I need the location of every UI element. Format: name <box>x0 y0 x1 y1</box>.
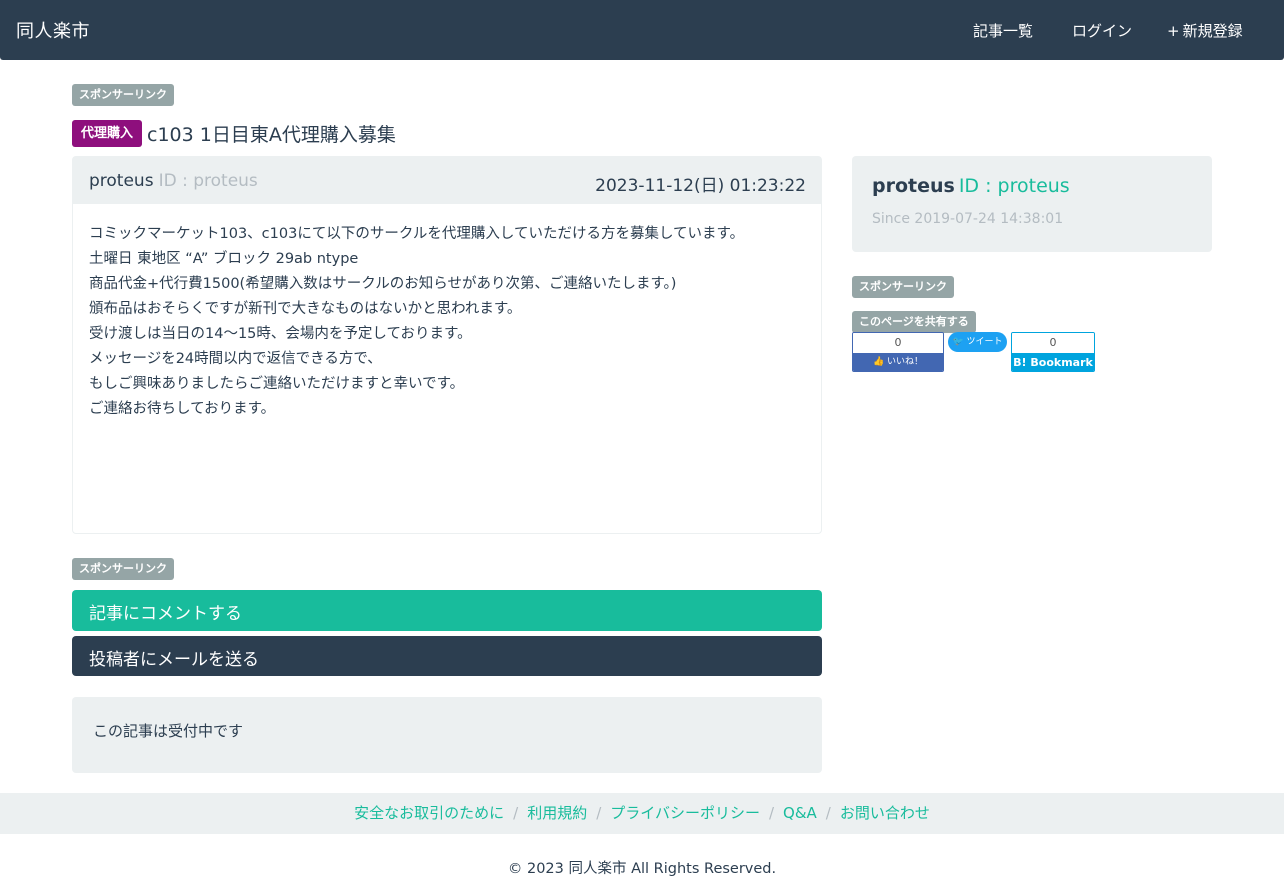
footer-link-safety[interactable]: 安全なお取引のために <box>354 804 504 822</box>
send-mail-button[interactable]: 投稿者にメールを送る <box>72 636 822 676</box>
article-card-header: proteus ID : proteus 2023-11-12(日) 01:23:… <box>73 157 821 204</box>
category-badge: 代理購入 <box>72 119 143 147</box>
body-line: もしご興味ありましたらご連絡いただけますと幸いです。 <box>89 376 465 392</box>
nav-register[interactable]: + 新規登録 <box>1167 20 1243 41</box>
footer-link-qa[interactable]: Q&A <box>783 804 817 822</box>
author-id: ID : proteus <box>158 171 258 191</box>
footer-separator: / <box>513 804 519 822</box>
article-title: c103 1日目東A代理購入募集 <box>147 123 396 146</box>
body-line: ご連絡お待ちしております。 <box>89 401 276 417</box>
nav-article-list[interactable]: 記事一覧 <box>970 20 1033 41</box>
article-title-row: 代理購入 c103 1日目東A代理購入募集 <box>72 119 396 147</box>
hatena-bookmark-count: 0 <box>1012 333 1094 353</box>
footer-link-terms[interactable]: 利用規約 <box>527 804 587 822</box>
footer-links-bar: 安全なお取引のために / 利用規約 / プライバシーポリシー / Q&A / お問い合わせ <box>0 793 1284 834</box>
comment-button[interactable]: 記事にコメントする <box>72 590 822 631</box>
footer-separator: / <box>825 804 831 822</box>
footer-separator: / <box>768 804 775 822</box>
top-navbar: 同人楽市 記事一覧 ログイン + 新規登録 <box>0 0 1284 60</box>
footer-link-privacy[interactable]: プライバシーポリシー <box>610 804 760 822</box>
poster-profile-card: proteus ID : proteus Since 2019-07-24 14:… <box>852 156 1212 252</box>
share-badge: このページを共有する <box>852 311 976 333</box>
footer-separator: / <box>596 804 602 822</box>
hatena-bookmark-button[interactable]: 0 B! Bookmark <box>1011 332 1095 372</box>
member-since: Since 2019-07-24 14:38:01 <box>872 211 1064 227</box>
author-name: proteus <box>89 171 154 191</box>
copyright-text: © 2023 同人楽市 All Rights Reserved. <box>507 861 777 877</box>
body-line: 商品代金+代行費1500(希望購入数はサークルのお知らせがあり次第、ご連絡いたし… <box>89 276 677 292</box>
body-line: 受け渡しは当日の14〜15時、会場内を予定しております。 <box>89 326 472 342</box>
site-brand[interactable]: 同人楽市 <box>16 17 90 43</box>
body-line: コミックマーケット103、c103にて以下のサークルを代理購入していただける方を… <box>89 226 745 242</box>
facebook-like-button[interactable]: 0 👍 いいね！ <box>852 332 944 372</box>
twitter-bird-icon: 🐦 <box>952 337 964 347</box>
facebook-like-count: 0 <box>853 333 943 353</box>
tweet-label: ツイート <box>966 337 1003 347</box>
body-line: 頒布品はおそらくですが新刊で大きなものはないかと思われます。 <box>89 301 522 317</box>
author-info[interactable]: proteus ID : proteus <box>89 171 258 191</box>
poster-name[interactable]: proteus ID : proteus <box>872 175 1070 197</box>
plus-icon: + <box>1167 22 1180 40</box>
facebook-like-label: いいね！ <box>887 357 924 367</box>
sponsor-badge-bottom: スポンサーリンク <box>72 558 174 580</box>
status-panel: この記事は受付中です <box>72 697 822 773</box>
sponsor-badge-top: スポンサーリンク <box>72 84 174 106</box>
body-line: 土曜日 東地区 “A” ブロック 29ab ntype <box>89 251 359 267</box>
hatena-bookmark-label: B! Bookmark <box>1012 353 1094 371</box>
article-body: コミックマーケット103、c103にて以下のサークルを代理購入していただける方を… <box>73 204 821 422</box>
poster-id: ID : proteus <box>958 175 1070 197</box>
article-card: proteus ID : proteus 2023-11-12(日) 01:23:… <box>72 156 822 534</box>
thumbs-up-icon: 👍 <box>872 357 885 367</box>
body-line: メッセージを24時間以内で返信できる方で、 <box>89 351 382 367</box>
footer-link-contact[interactable]: お問い合わせ <box>840 804 930 822</box>
twitter-tweet-button[interactable]: 🐦 ツイート <box>948 332 1007 352</box>
status-text: この記事は受付中です <box>93 722 244 740</box>
sponsor-badge-sidebar: スポンサーリンク <box>852 276 954 298</box>
nav-login[interactable]: ログイン <box>1069 20 1132 41</box>
post-date: 2023-11-12(日) 01:23:22 <box>595 176 806 196</box>
